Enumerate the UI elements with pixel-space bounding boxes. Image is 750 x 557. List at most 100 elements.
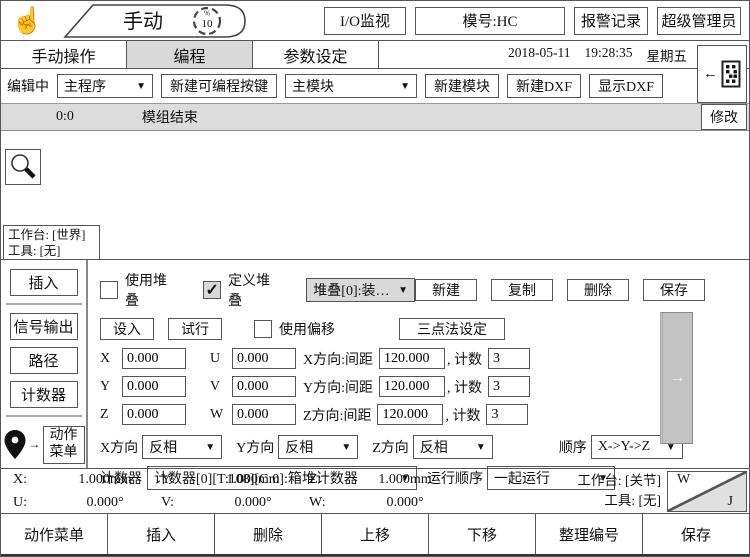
z-pos-label: Z:	[309, 472, 345, 488]
divider	[6, 415, 82, 417]
axis-row-y: Y V Y方向:间距 , 计数	[100, 376, 749, 397]
modify-button[interactable]: 修改	[701, 104, 747, 130]
action-menu-bottom-button[interactable]: 动作菜单	[1, 514, 108, 554]
date-text: 2018-05-11	[508, 45, 571, 65]
chevron-down-icon: ▼	[398, 285, 408, 296]
axis-z-input[interactable]	[122, 404, 186, 425]
save-bottom-button[interactable]: 保存	[643, 514, 749, 554]
new-dxf-button[interactable]: 新建DXF	[507, 74, 581, 98]
axis-y-input[interactable]	[122, 376, 186, 397]
count-y-input[interactable]	[488, 376, 530, 397]
x-direction-select[interactable]: 反相 ▼	[142, 435, 222, 459]
chevron-down-icon: ▼	[341, 442, 351, 453]
use-offset-checkbox[interactable]	[254, 320, 272, 338]
expand-panel-button[interactable]: →	[660, 312, 693, 444]
renumber-button[interactable]: 整理编号	[536, 514, 643, 554]
stack-tools-row: 设入 试行 使用偏移 三点法设定	[100, 318, 749, 340]
x-pos-label: X:	[13, 472, 49, 488]
x-pos-value: 1.000mm	[49, 472, 161, 488]
signal-output-button[interactable]: 信号输出	[10, 313, 78, 340]
mold-number-button[interactable]: 模号:HC	[415, 7, 565, 35]
use-stack-label: 使用堆叠	[125, 270, 179, 310]
stack-panel: 使用堆叠 ✓ 定义堆叠 堆叠[0]:装… ▼ 新建 复制 删除 保存 设入	[88, 260, 749, 468]
path-button[interactable]: 路径	[10, 347, 78, 374]
command-sidebar: 插入 信号输出 路径 计数器 → 动作 菜单	[1, 260, 88, 468]
y-direction-label: Y方向	[236, 437, 274, 457]
y-direction-select[interactable]: 反相 ▼	[278, 435, 358, 459]
define-stack-checkbox[interactable]: ✓	[203, 281, 221, 299]
new-programmable-key-button[interactable]: 新建可编程按键	[161, 74, 277, 98]
w-pos-value: 0.000°	[345, 495, 465, 511]
program-line-strip[interactable]: 0:0 模组结束 修改	[1, 103, 749, 131]
frame-info-box: 工作台: [世界] 工具: [无]	[3, 225, 100, 260]
new-module-button[interactable]: 新建模块	[425, 74, 499, 98]
z-direction-select[interactable]: 反相 ▼	[413, 435, 493, 459]
trial-run-button[interactable]: 试行	[168, 318, 222, 340]
pitch-y-input[interactable]	[379, 376, 445, 397]
program-select-value: 主程序	[64, 76, 106, 96]
use-stack-checkbox[interactable]	[100, 281, 118, 299]
z-direction-value: 反相	[420, 437, 448, 457]
joint-mode-label: J	[728, 494, 733, 510]
axis-u-input[interactable]	[232, 348, 296, 369]
speed-value: 10	[202, 18, 214, 30]
set-in-button[interactable]: 设入	[100, 318, 154, 340]
axis-v-input[interactable]	[232, 376, 296, 397]
save-stack-button[interactable]: 保存	[643, 279, 705, 301]
copy-stack-button[interactable]: 复制	[491, 279, 553, 301]
counter-button[interactable]: 计数器	[10, 381, 78, 408]
axis-x-input[interactable]	[122, 348, 186, 369]
count-x-input[interactable]	[488, 348, 530, 369]
new-stack-button[interactable]: 新建	[415, 279, 477, 301]
move-up-button[interactable]: 上移	[322, 514, 429, 554]
action-menu-line1: 动作	[44, 428, 84, 445]
user-role-button[interactable]: 超级管理员	[657, 7, 741, 35]
order-label: 顺序	[559, 437, 587, 457]
header-bar: ☝ 手动 % 10 I/O监视 模号:HC 报警记录 超级管理员	[1, 1, 749, 41]
delete-stack-button[interactable]: 删除	[567, 279, 629, 301]
weekday-text: 星期五	[647, 45, 688, 65]
tab-parameter-settings[interactable]: 参数设定	[253, 41, 379, 68]
tab-manual-operation[interactable]: 手动操作	[1, 41, 127, 68]
y-direction-value: 反相	[285, 437, 313, 457]
insert-button[interactable]: 插入	[10, 269, 78, 296]
three-point-setup-button[interactable]: 三点法设定	[399, 318, 505, 340]
coordinate-mode-toggle[interactable]: W J	[667, 471, 747, 512]
speed-unit: %	[204, 9, 210, 17]
move-down-button[interactable]: 下移	[429, 514, 536, 554]
axis-label: V	[210, 379, 224, 395]
mode-label: 手动	[123, 10, 163, 33]
keypad-toggle-button[interactable]: ←	[697, 45, 747, 103]
count-label: , 计数	[445, 405, 480, 425]
pitch-x-input[interactable]	[379, 348, 445, 369]
axis-label: W	[210, 407, 224, 423]
pitch-z-input[interactable]	[377, 404, 443, 425]
axis-label: Y	[100, 379, 114, 395]
direction-row: X方向 反相 ▼ Y方向 反相 ▼ Z方向 反相 ▼ 顺序 X->Y->Z	[100, 435, 749, 459]
tab-programming[interactable]: 编程	[127, 41, 253, 68]
module-select[interactable]: 主模块 ▼	[285, 74, 417, 98]
frame-status-text: 工作台: [关节] 工具: [无]	[577, 471, 661, 512]
count-label: , 计数	[447, 377, 482, 397]
stack-select[interactable]: 堆叠[0]:装… ▼	[306, 278, 415, 302]
action-menu-button[interactable]: 动作 菜单	[43, 426, 85, 464]
show-dxf-button[interactable]: 显示DXF	[589, 74, 663, 98]
time-text: 19:28:35	[584, 45, 632, 65]
divider	[6, 303, 82, 305]
axis-w-input[interactable]	[232, 404, 296, 425]
axis-label: U	[210, 351, 224, 367]
io-monitor-button[interactable]: I/O监视	[324, 7, 406, 35]
program-select[interactable]: 主程序 ▼	[57, 74, 153, 98]
count-z-input[interactable]	[486, 404, 528, 425]
alarm-log-button[interactable]: 报警记录	[574, 7, 648, 35]
module-select-value: 主模块	[292, 76, 334, 96]
delete-bottom-button[interactable]: 删除	[215, 514, 322, 554]
zoom-button[interactable]	[5, 149, 41, 185]
insert-bottom-button[interactable]: 插入	[108, 514, 215, 554]
axis-label: X	[100, 351, 114, 367]
action-menu-row: → 动作 菜单	[3, 426, 85, 464]
axis-row-x: X U X方向:间距 , 计数	[100, 348, 749, 369]
lower-section: 插入 信号输出 路径 计数器 → 动作 菜单 使用堆叠	[1, 259, 749, 468]
hand-cursor-icon: ☝	[11, 8, 43, 34]
arrow-right-icon: →	[670, 369, 686, 387]
